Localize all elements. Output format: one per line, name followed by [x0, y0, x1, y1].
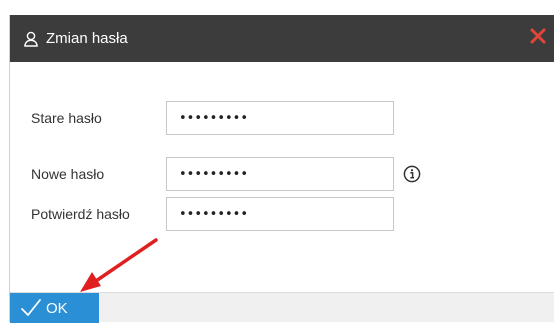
- close-button[interactable]: [528, 28, 548, 48]
- new-password-label: Nowe hasło: [31, 166, 105, 182]
- dialog-footer: OK: [10, 292, 554, 323]
- old-password-label: Stare hasło: [31, 110, 102, 126]
- close-icon: [530, 28, 546, 49]
- change-password-dialog: Zmian hasła Stare hasło Nowe hasło Potwi…: [9, 15, 554, 323]
- password-form: Stare hasło Nowe hasło Potwierdź hasło: [10, 62, 554, 292]
- dialog-titlebar: Zmian hasła: [10, 15, 554, 62]
- confirm-password-field[interactable]: [166, 197, 394, 231]
- old-password-field[interactable]: [166, 101, 394, 135]
- checkmark-icon: [20, 297, 42, 319]
- confirm-password-label: Potwierdź hasło: [31, 206, 130, 222]
- dialog-title: Zmian hasła: [46, 30, 128, 47]
- ok-button[interactable]: OK: [10, 293, 99, 323]
- ok-label: OK: [46, 299, 68, 317]
- new-password-field[interactable]: [166, 157, 394, 191]
- info-icon[interactable]: [403, 165, 421, 183]
- user-icon: [23, 31, 39, 47]
